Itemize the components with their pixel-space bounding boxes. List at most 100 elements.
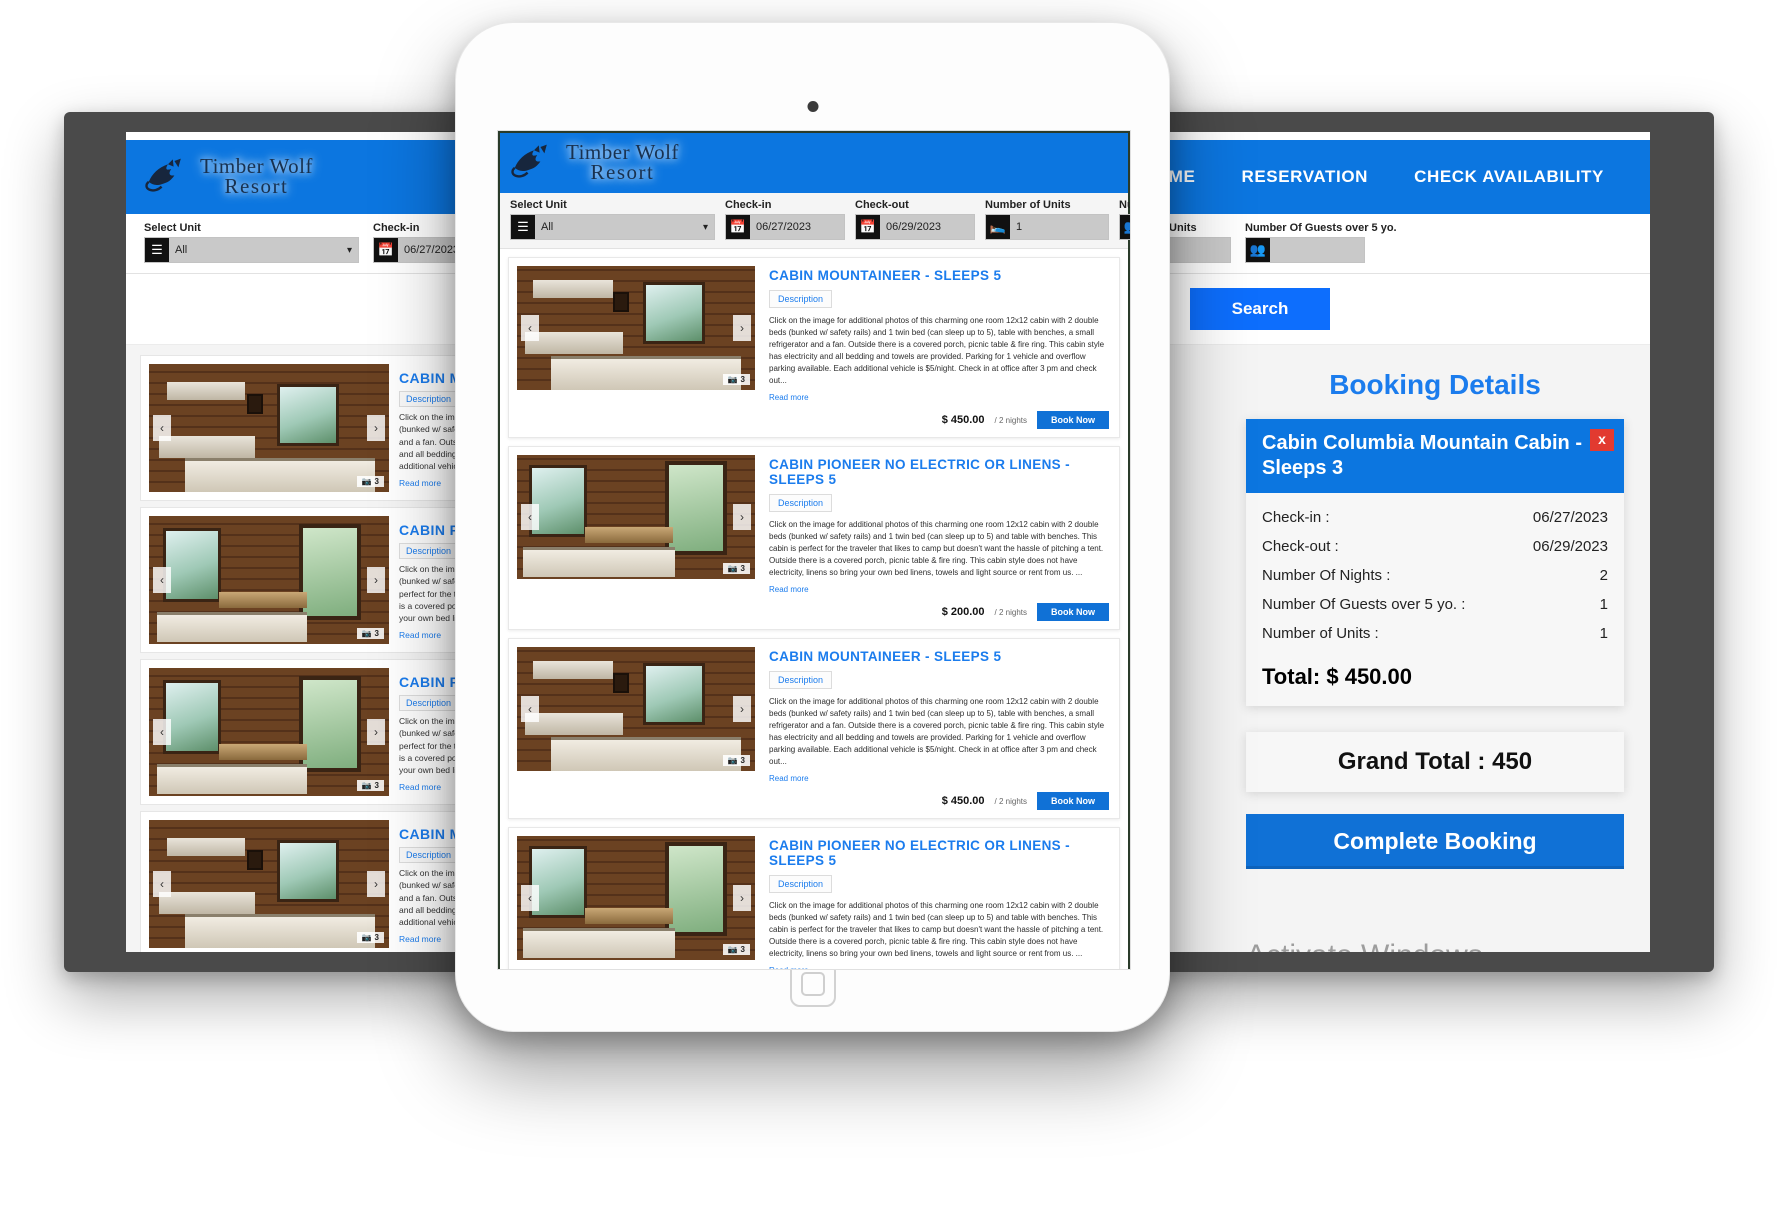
desktop-guests-input[interactable]: 👥 <box>1245 237 1365 263</box>
tablet-checkout-group: Check-out 📅 06/29/2023 <box>855 199 975 240</box>
read-more-link[interactable]: Read more <box>399 478 441 488</box>
photo-prev-icon[interactable]: ‹ <box>521 885 539 911</box>
description-tab[interactable]: Description <box>399 391 459 407</box>
tablet-device: Timber Wolf Resort Select Unit ☰ All ▾ C… <box>455 22 1170 1032</box>
description-tab[interactable]: Description <box>399 695 459 711</box>
listing-title[interactable]: CABIN MOUNTAINEER - SLEEPS 5 <box>769 268 1109 283</box>
booking-row: Number Of Nights : 2 <box>1262 561 1608 590</box>
listing-photo[interactable]: ‹ › 📷 3 <box>149 516 389 644</box>
booking-row-label: Check-in : <box>1262 509 1330 526</box>
chevron-down-icon[interactable]: ▾ <box>347 245 358 256</box>
list-item[interactable]: ‹ › 📷3 CABIN MOUNTAINEER - SLEEPS 5 Desc… <box>508 257 1120 438</box>
read-more-link[interactable]: Read more <box>769 393 809 402</box>
desktop-select-unit-group: Select Unit ☰ All ▾ <box>144 222 359 263</box>
brand-wordmark: Timber Wolf Resort <box>200 156 313 197</box>
description-tab[interactable]: Description <box>769 290 833 308</box>
camera-icon <box>807 101 818 112</box>
photo-prev-icon[interactable]: ‹ <box>521 504 539 530</box>
booking-details-sidebar: Booking Details Cabin Columbia Mountain … <box>1220 345 1650 952</box>
photo-next-icon[interactable]: › <box>367 871 385 897</box>
booking-details-title: Booking Details <box>1329 369 1541 400</box>
tablet-units-input[interactable]: 🛌 1 <box>985 214 1109 240</box>
close-icon[interactable]: x <box>1590 429 1614 451</box>
complete-booking-button[interactable]: Complete Booking <box>1246 814 1624 869</box>
read-more-link[interactable]: Read more <box>399 934 441 944</box>
description-tab[interactable]: Description <box>769 671 833 689</box>
photo-next-icon[interactable]: › <box>733 696 751 722</box>
photo-prev-icon[interactable]: ‹ <box>521 696 539 722</box>
photo-prev-icon[interactable]: ‹ <box>153 415 171 441</box>
tablet-checkout-value: 06/29/2023 <box>886 221 942 233</box>
listing-photo[interactable]: ‹ › 📷 3 <box>149 668 389 796</box>
search-button[interactable]: Search <box>1190 288 1330 330</box>
chevron-down-icon[interactable]: ▾ <box>703 222 714 233</box>
list-item[interactable]: ‹ › 📷3 CABIN PIONEER NO ELECTRIC OR LINE… <box>508 827 1120 969</box>
desktop-select-unit-input[interactable]: ☰ All ▾ <box>144 237 359 263</box>
nav-item-reservation[interactable]: RESERVATION <box>1241 167 1368 187</box>
booking-row: Number of Units : 1 <box>1262 619 1608 648</box>
listing-title[interactable]: CABIN PIONEER NO ELECTRIC OR LINENS - SL… <box>769 838 1109 868</box>
listing-photo[interactable]: ‹ › 📷 3 <box>517 647 755 771</box>
listing-photo[interactable]: ‹ › 📷 3 <box>517 836 755 960</box>
listing-photo[interactable]: ‹ › 📷 3 <box>517 266 755 390</box>
photo-next-icon[interactable]: › <box>367 415 385 441</box>
photo-next-icon[interactable]: › <box>367 719 385 745</box>
description-tab[interactable]: Description <box>769 494 833 512</box>
listing-footer: $ 200.00 / 2 nights Book Now <box>769 603 1109 621</box>
tablet-logo[interactable]: Timber Wolf Resort <box>500 139 689 187</box>
tablet-select-unit-group: Select Unit ☰ All ▾ <box>510 199 715 240</box>
tablet-select-unit-value: All <box>541 221 554 233</box>
read-more-link[interactable]: Read more <box>769 585 809 594</box>
booking-row-label: Check-out : <box>1262 538 1339 555</box>
desktop-menu: HOME RESERVATION CHECK AVAILABILITY <box>1142 167 1650 187</box>
booking-row-label: Number Of Nights : <box>1262 567 1391 584</box>
tablet-units-value: 1 <box>1016 221 1023 233</box>
listing-description: Click on the image for additional photos… <box>769 901 1104 958</box>
booking-summary-card: Cabin Columbia Mountain Cabin - Sleeps 3… <box>1246 419 1624 706</box>
watermark-title: Activate Windows <box>1246 939 1624 952</box>
listing-photo[interactable]: ‹ › 📷 3 <box>517 455 755 579</box>
desktop-logo[interactable]: Timber Wolf Resort <box>134 153 323 201</box>
book-now-button[interactable]: Book Now <box>1037 603 1109 621</box>
photo-count-badge: 📷 3 <box>722 374 750 385</box>
photo-prev-icon[interactable]: ‹ <box>521 315 539 341</box>
listing-meta: CABIN MOUNTAINEER - SLEEPS 5 Description… <box>755 647 1111 810</box>
listing-description: Click on the image for additional photos… <box>769 697 1105 766</box>
description-tab[interactable]: Description <box>769 875 833 893</box>
tablet-checkout-input[interactable]: 📅 06/29/2023 <box>855 214 975 240</box>
guests-icon: 👥 <box>1246 238 1270 262</box>
tablet-select-unit-input[interactable]: ☰ All ▾ <box>510 214 715 240</box>
listing-title[interactable]: CABIN MOUNTAINEER - SLEEPS 5 <box>769 649 1109 664</box>
listing-price: $ 450.00 <box>941 414 985 426</box>
listing-title[interactable]: CABIN PIONEER NO ELECTRIC OR LINENS - SL… <box>769 457 1109 487</box>
description-tab[interactable]: Description <box>399 847 459 863</box>
booking-total: Total: $ 450.00 <box>1262 664 1412 689</box>
listing-nights: / 2 nights <box>994 607 1027 617</box>
photo-prev-icon[interactable]: ‹ <box>153 719 171 745</box>
listing-photo[interactable]: ‹ › 📷 3 <box>149 364 389 492</box>
desktop-select-unit-label: Select Unit <box>144 222 201 234</box>
photo-next-icon[interactable]: › <box>367 567 385 593</box>
photo-next-icon[interactable]: › <box>733 315 751 341</box>
desktop-checkin-value: 06/27/2023 <box>404 244 460 256</box>
photo-prev-icon[interactable]: ‹ <box>153 871 171 897</box>
book-now-button[interactable]: Book Now <box>1037 792 1109 810</box>
read-more-link[interactable]: Read more <box>399 630 441 640</box>
tablet-checkin-input[interactable]: 📅 06/27/2023 <box>725 214 845 240</box>
tablet-screen: Timber Wolf Resort Select Unit ☰ All ▾ C… <box>498 131 1130 969</box>
listing-price: $ 200.00 <box>941 606 985 618</box>
booking-row: Number Of Guests over 5 yo. : 1 <box>1262 590 1608 619</box>
tablet-guests-input[interactable]: 👥 <box>1119 214 1130 240</box>
read-more-link[interactable]: Read more <box>399 782 441 792</box>
nav-item-check-availability[interactable]: CHECK AVAILABILITY <box>1414 167 1604 187</box>
list-item[interactable]: ‹ › 📷3 CABIN PIONEER NO ELECTRIC OR LINE… <box>508 446 1120 630</box>
photo-next-icon[interactable]: › <box>733 885 751 911</box>
photo-next-icon[interactable]: › <box>733 504 751 530</box>
book-now-button[interactable]: Book Now <box>1037 411 1109 429</box>
list-item[interactable]: ‹ › 📷3 CABIN MOUNTAINEER - SLEEPS 5 Desc… <box>508 638 1120 819</box>
listing-photo[interactable]: ‹ › 📷 3 <box>149 820 389 948</box>
description-tab[interactable]: Description <box>399 543 459 559</box>
read-more-link[interactable]: Read more <box>769 774 809 783</box>
photo-prev-icon[interactable]: ‹ <box>153 567 171 593</box>
read-more-link[interactable]: Read more <box>769 966 809 969</box>
